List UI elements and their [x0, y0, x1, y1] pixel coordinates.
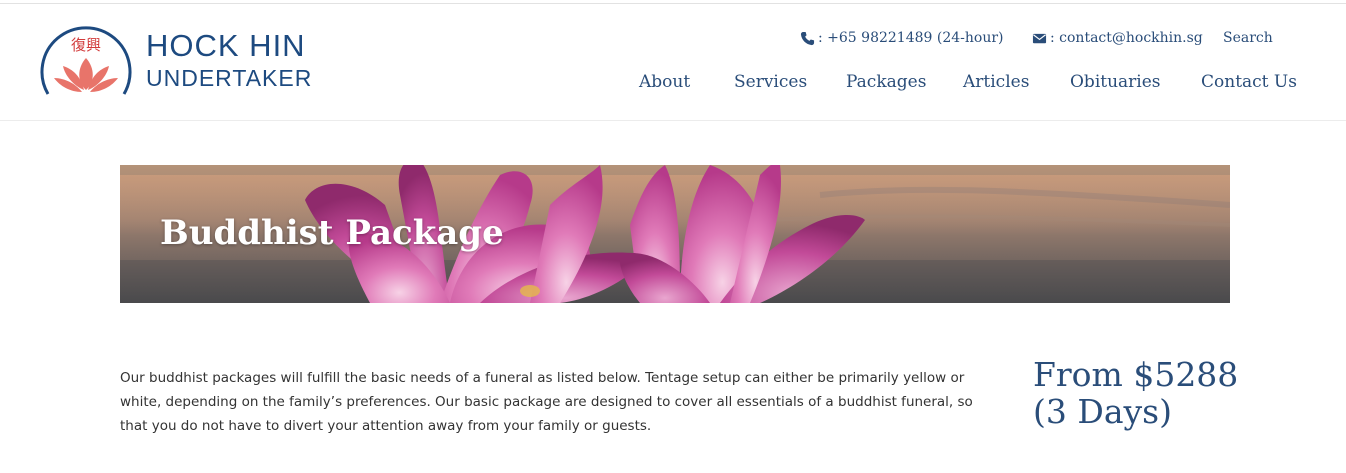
phone-link[interactable]: : +65 98221489 (24-hour)	[800, 30, 1004, 46]
main-nav: About Services Packages Articles Obituar…	[0, 72, 1346, 100]
intro-paragraph: Our buddhist packages will fulfill the b…	[120, 370, 973, 434]
nav-contact-us[interactable]: Contact Us	[1201, 72, 1297, 92]
page-title: Buddhist Package	[160, 213, 504, 253]
contact-bar: : +65 98221489 (24-hour) : contact@hockh…	[0, 30, 1346, 52]
phone-icon	[800, 31, 815, 45]
email-link[interactable]: : contact@hockhin.sg	[1032, 30, 1203, 46]
nav-obituaries[interactable]: Obituaries	[1070, 72, 1161, 92]
envelope-icon	[1032, 33, 1047, 43]
search-label: Search	[1223, 30, 1273, 46]
price-block: From $5288 (3 Days)	[1033, 356, 1293, 430]
price-duration: (3 Days)	[1033, 392, 1172, 431]
phone-number: : +65 98221489 (24-hour)	[818, 30, 1004, 46]
site-header: 復興 HOCK HIN UNDERTAKER : +65 98221489 (2…	[0, 4, 1346, 121]
nav-packages[interactable]: Packages	[846, 72, 926, 92]
nav-about[interactable]: About	[639, 72, 690, 92]
email-address: : contact@hockhin.sg	[1050, 30, 1203, 46]
nav-articles[interactable]: Articles	[963, 72, 1029, 92]
search-link[interactable]: Search	[1223, 30, 1273, 46]
page-banner: Buddhist Package	[120, 165, 1230, 303]
price-amount: From $5288	[1033, 355, 1239, 394]
nav-services[interactable]: Services	[734, 72, 807, 92]
